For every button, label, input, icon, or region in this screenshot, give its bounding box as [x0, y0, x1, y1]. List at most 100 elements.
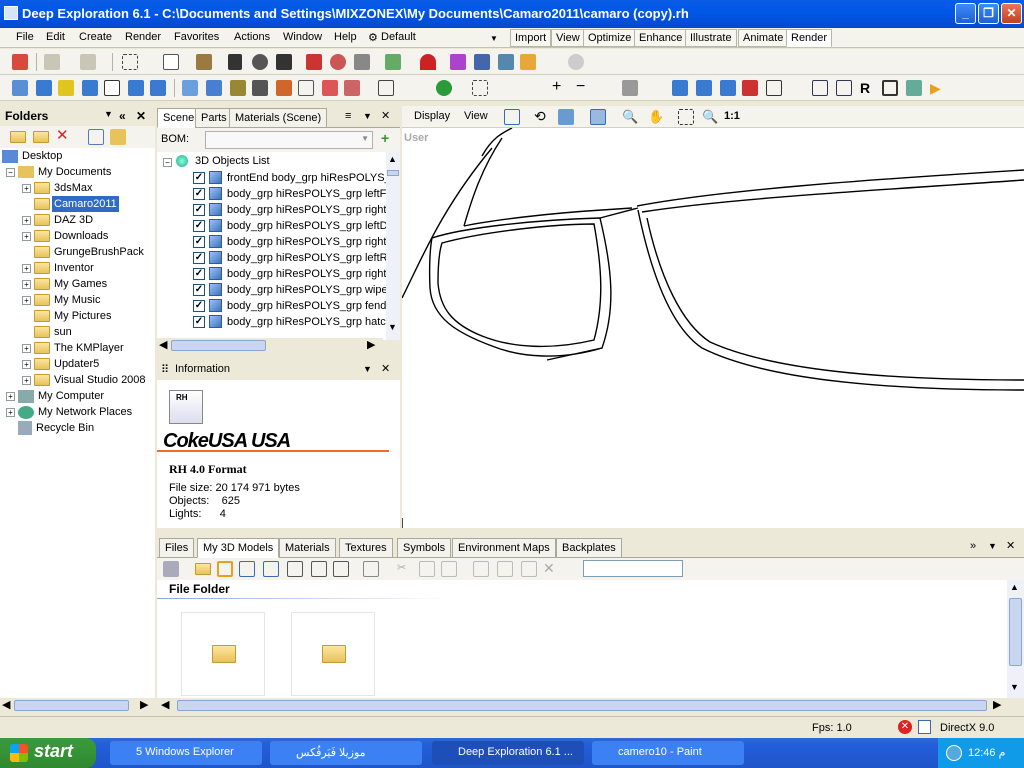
object-label[interactable]: frontEnd body_grp hiResPOLYS_	[227, 170, 391, 186]
cube-wire-icon[interactable]	[766, 80, 782, 96]
pan-icon[interactable]	[558, 109, 574, 125]
pivot-icon[interactable]	[385, 54, 401, 70]
cube-top-icon[interactable]	[58, 80, 74, 96]
mode-import[interactable]: Import	[510, 29, 552, 47]
tree-item-recycle-bin[interactable]: Recycle Bin	[18, 420, 94, 436]
display-mode-3-icon[interactable]	[230, 80, 246, 96]
display-mode-6-icon[interactable]	[298, 80, 314, 96]
expand-toggle[interactable]: +	[22, 344, 31, 353]
search-input[interactable]	[583, 560, 683, 577]
paste-icon[interactable]	[441, 561, 457, 577]
task-windows-explorer[interactable]: 5 Windows Explorer	[110, 741, 262, 765]
selection-rect-icon[interactable]	[122, 54, 138, 70]
expand-toggle[interactable]: +	[22, 296, 31, 305]
object-checkbox[interactable]: ✓	[193, 284, 205, 296]
bounding-box-icon[interactable]	[472, 80, 488, 96]
tree-item-my-computer[interactable]: My Computer	[18, 388, 104, 404]
display-mode-5-icon[interactable]	[276, 80, 292, 96]
collapse-icon[interactable]: «	[119, 109, 126, 123]
expand-toggle[interactable]: +	[22, 184, 31, 193]
scroll-thumb[interactable]	[177, 700, 987, 711]
cube-front-icon[interactable]	[36, 80, 52, 96]
expand-toggle[interactable]: +	[22, 264, 31, 273]
menu-actions[interactable]: Actions	[234, 31, 270, 43]
export-icon[interactable]	[906, 80, 922, 96]
open-folder-icon[interactable]	[33, 131, 49, 143]
collapse-toggle[interactable]: −	[163, 158, 172, 167]
object-label[interactable]: body_grp hiResPOLYS_grp leftR	[227, 250, 388, 266]
tree-item-visual-studio-2008[interactable]: Visual Studio 2008	[54, 372, 146, 388]
tree-item-my-music[interactable]: My Music	[54, 292, 100, 308]
move-to-icon[interactable]	[473, 561, 489, 577]
add-icon[interactable]: +	[381, 130, 389, 146]
menu-render[interactable]: Render	[125, 31, 161, 43]
grid-icon[interactable]	[378, 80, 394, 96]
box-icon[interactable]	[520, 54, 536, 70]
objects-vscrollbar[interactable]: ▲ ▼	[386, 152, 400, 340]
light-icon[interactable]	[420, 54, 436, 70]
tree-item-updater5[interactable]: Updater5	[54, 356, 99, 372]
small-icons-icon[interactable]	[263, 561, 279, 577]
tree-item-daz3d[interactable]: DAZ 3D	[54, 212, 93, 228]
browser-vscrollbar[interactable]: ▲ ▼	[1007, 580, 1024, 698]
display-mode-8-icon[interactable]	[344, 80, 360, 96]
frame-icon[interactable]	[882, 80, 898, 96]
object-label[interactable]: body_grp hiResPOLYS_grp rightI	[227, 234, 389, 250]
close-icon[interactable]: ✕	[381, 362, 390, 375]
plus-icon[interactable]: +	[552, 79, 568, 96]
select-arrow-icon[interactable]	[163, 54, 179, 70]
scroll-thumb[interactable]	[14, 700, 129, 711]
object-checkbox[interactable]: ✓	[193, 204, 205, 216]
scroll-thumb[interactable]	[387, 170, 399, 176]
move-icon[interactable]	[228, 54, 242, 70]
tiles-view-icon[interactable]	[333, 561, 349, 577]
camera-icon[interactable]	[590, 109, 606, 125]
material-icon[interactable]	[450, 54, 466, 70]
browser-hscrollbar[interactable]: ◀ ▶	[157, 698, 1007, 714]
thumbnail-view-icon[interactable]	[217, 561, 233, 577]
double-chevron-icon[interactable]: »	[970, 540, 976, 552]
object-checkbox[interactable]: ✓	[193, 236, 205, 248]
display-mode-7-icon[interactable]	[322, 80, 338, 96]
object-checkbox[interactable]: ✓	[193, 172, 205, 184]
tree-item-downloads[interactable]: Downloads	[54, 228, 108, 244]
expand-toggle[interactable]: +	[6, 392, 15, 401]
menu-edit[interactable]: Edit	[46, 31, 65, 43]
details-view-icon[interactable]	[311, 561, 327, 577]
cube-red-icon[interactable]	[742, 80, 758, 96]
close-button[interactable]: ✕	[1001, 3, 1022, 24]
lamp-icon[interactable]	[622, 80, 638, 96]
tree-item-desktop[interactable]: Desktop	[2, 148, 62, 164]
object-checkbox[interactable]: ✓	[193, 188, 205, 200]
new-folder-icon[interactable]	[10, 131, 26, 143]
mode-enhance[interactable]: Enhance	[634, 29, 688, 47]
object-checkbox[interactable]: ✓	[193, 220, 205, 232]
render-icon[interactable]	[12, 54, 28, 70]
menu-favorites[interactable]: Favorites	[174, 31, 219, 43]
menu-window[interactable]: Window	[283, 31, 322, 43]
maximize-button[interactable]: ❐	[978, 3, 999, 24]
rotate-icon[interactable]	[252, 54, 268, 70]
expand-toggle[interactable]: +	[6, 408, 15, 417]
view-menu[interactable]: View	[464, 110, 488, 122]
scroll-down-icon[interactable]: ▼	[388, 322, 397, 332]
tree-item-sun[interactable]: sun	[54, 324, 72, 340]
close-icon[interactable]: ✕	[136, 109, 146, 123]
task-paint[interactable]: camero10 - Paint	[592, 741, 744, 765]
tree-item-camaro2011[interactable]: Camaro2011	[52, 196, 119, 212]
tab-environment-maps[interactable]: Environment Maps	[452, 538, 556, 558]
expand-toggle[interactable]: +	[22, 280, 31, 289]
tab-materials[interactable]: Materials	[279, 538, 336, 558]
tree-item-my-network-places[interactable]: My Network Places	[18, 404, 132, 420]
display-mode-2-icon[interactable]	[206, 80, 222, 96]
chevron-down-icon[interactable]: ▼	[363, 364, 372, 374]
menu-file[interactable]: File	[16, 31, 34, 43]
import-icon[interactable]	[110, 129, 126, 145]
display-menu[interactable]: Display	[414, 110, 450, 122]
cube-side-icon[interactable]	[82, 80, 98, 96]
scroll-left-icon[interactable]: ◀	[161, 698, 169, 711]
object-checkbox[interactable]: ✓	[193, 300, 205, 312]
tree-item-my-pictures[interactable]: My Pictures	[54, 308, 111, 324]
blue-cube-icon[interactable]	[672, 80, 688, 96]
scroll-left-icon[interactable]: ◀	[2, 698, 10, 711]
